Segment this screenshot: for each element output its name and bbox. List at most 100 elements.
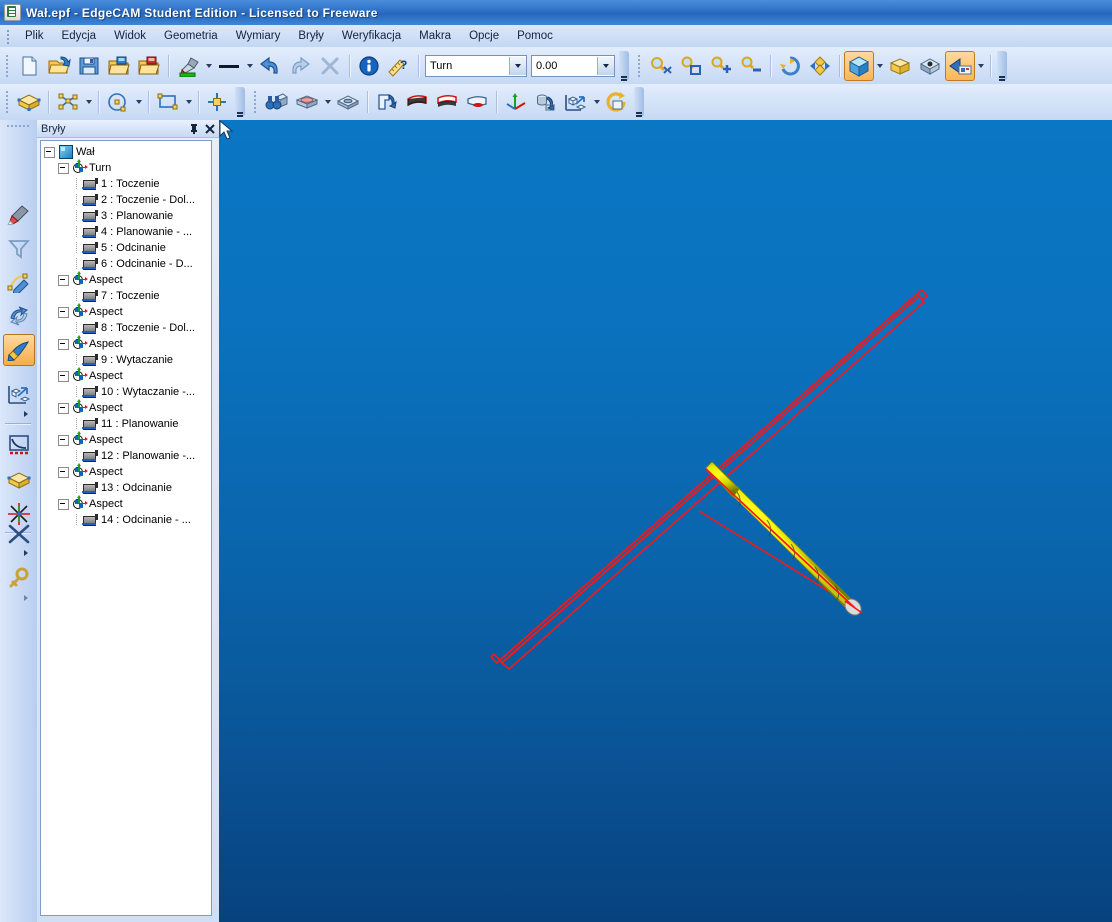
delete-x-button[interactable] (315, 51, 345, 81)
cylinder-rotate-button[interactable] (531, 87, 561, 117)
view-preset-button[interactable] (945, 50, 975, 81)
rectangle-button[interactable] (153, 87, 183, 117)
polyline-nodes-button[interactable] (53, 87, 83, 117)
toolbar-grip[interactable] (3, 53, 12, 79)
sweep-paint-button[interactable] (3, 334, 35, 366)
tree-node[interactable]: 11 : Planowanie (44, 416, 211, 432)
toolbar-overflow-1[interactable] (619, 50, 629, 81)
key-unlock-submenu-arrow[interactable] (24, 595, 28, 601)
zoom-out-button[interactable] (736, 51, 766, 81)
tree-node[interactable]: Aspect (44, 494, 211, 512)
tree-expander[interactable] (58, 434, 69, 446)
tree-expander[interactable] (58, 306, 69, 318)
zoom-window-button[interactable] (676, 51, 706, 81)
solids-tree[interactable]: Wał Turn 1 : Toczenie 2 : Toczenie - Dol...… (40, 140, 212, 916)
menu-wymiary[interactable]: Wymiary (227, 28, 290, 44)
tree-node[interactable]: Turn (44, 158, 211, 176)
menu-pomoc[interactable]: Pomoc (508, 28, 562, 44)
cross-delete-submenu-arrow[interactable] (24, 550, 28, 556)
axes-button[interactable] (501, 87, 531, 117)
isometric-view-button[interactable] (844, 50, 874, 81)
tree-expander[interactable] (44, 146, 55, 158)
tree-node[interactable]: Aspect (44, 302, 211, 320)
view-preset-dropdown[interactable] (975, 53, 986, 79)
tree-expander[interactable] (58, 466, 69, 478)
transform-box-submenu-arrow[interactable] (24, 411, 28, 417)
toolbar-grip-3[interactable] (3, 89, 12, 115)
tree-expander[interactable] (58, 274, 69, 286)
close-icon[interactable] (203, 122, 217, 136)
filter-funnel-button[interactable] (3, 232, 35, 264)
circle-button[interactable] (103, 87, 133, 117)
tree-node[interactable]: 4 : Planowanie - ... (44, 224, 211, 240)
toolbar-overflow-2[interactable] (997, 50, 1007, 81)
zoom-fit-button[interactable] (646, 51, 676, 81)
tree-node[interactable]: 6 : Odcinanie - D... (44, 256, 211, 272)
tree-node[interactable]: 2 : Toczenie - Dol... (44, 192, 211, 208)
info-button[interactable] (354, 51, 384, 81)
tree-node[interactable]: Aspect (44, 462, 211, 480)
tree-expander[interactable] (58, 162, 69, 174)
rotate-arrows-button[interactable] (3, 300, 35, 332)
tree-expander[interactable] (58, 498, 69, 510)
menu-bryly[interactable]: Bryły (289, 28, 333, 44)
open-folder-red-button[interactable] (134, 51, 164, 81)
tree-node[interactable]: Wał (44, 144, 211, 160)
cross-delete-button[interactable] (3, 518, 35, 550)
zoom-in-button[interactable] (706, 51, 736, 81)
menu-weryfikacja[interactable]: Weryfikacja (333, 28, 410, 44)
menu-widok[interactable]: Widok (105, 28, 155, 44)
undo-button[interactable] (255, 51, 285, 81)
transform-copy-button[interactable] (561, 87, 591, 117)
left-toolbar-grip[interactable] (7, 123, 31, 129)
render-button[interactable] (915, 51, 945, 81)
shaded-box-button[interactable] (885, 51, 915, 81)
circle-dropdown[interactable] (133, 89, 144, 115)
tree-expander[interactable] (58, 370, 69, 382)
tree-node[interactable]: 10 : Wytaczanie -... (44, 384, 211, 400)
loft-red-button[interactable] (402, 87, 432, 117)
line-style-dropdown[interactable] (244, 53, 255, 79)
open-folder-blue-button[interactable] (104, 51, 134, 81)
menu-geometria[interactable]: Geometria (155, 28, 227, 44)
eraser-button[interactable] (3, 198, 35, 230)
transform-dropdown[interactable] (591, 89, 602, 115)
machining-mode-arrow[interactable] (509, 56, 526, 75)
tree-expander[interactable] (58, 338, 69, 350)
menu-opcje[interactable]: Opcje (460, 28, 508, 44)
plate-dropdown[interactable] (322, 89, 333, 115)
rectangle-dropdown[interactable] (183, 89, 194, 115)
color-picker-dropdown[interactable] (203, 53, 214, 79)
tree-node[interactable]: 12 : Planowanie -... (44, 448, 211, 464)
revolve-red-button[interactable] (462, 87, 492, 117)
snap-cross-button[interactable] (203, 87, 233, 117)
tree-node[interactable]: 13 : Odcinanie (44, 480, 211, 496)
level-arrow[interactable] (597, 56, 614, 75)
save-file-button[interactable] (74, 51, 104, 81)
polyline-dropdown[interactable] (83, 89, 94, 115)
tree-expander[interactable] (58, 402, 69, 414)
menu-edycja[interactable]: Edycja (53, 28, 106, 44)
machining-mode-combo[interactable]: Turn (425, 54, 527, 77)
toolbar-grip-2[interactable] (635, 53, 644, 79)
pin-icon[interactable] (187, 122, 201, 136)
transform-box-button[interactable] (3, 378, 35, 410)
menu-plik[interactable]: Plik (16, 28, 53, 44)
solid-open-box-button[interactable] (3, 464, 35, 496)
tree-node[interactable]: Aspect (44, 366, 211, 384)
3d-viewport[interactable] (219, 120, 1112, 922)
tree-node[interactable]: Aspect (44, 270, 211, 288)
plate-button[interactable] (292, 87, 322, 117)
profile-curve-button[interactable] (3, 430, 35, 462)
measure-help-button[interactable]: ? (384, 51, 414, 81)
solid-box-button[interactable] (14, 87, 44, 117)
redo-button[interactable] (285, 51, 315, 81)
toolbar-overflow-4[interactable] (634, 87, 644, 117)
tree-node[interactable]: Aspect (44, 334, 211, 352)
menu-makra[interactable]: Makra (410, 28, 460, 44)
open-file-button[interactable] (44, 51, 74, 81)
color-picker-button[interactable] (173, 51, 203, 81)
key-unlock-button[interactable] (3, 562, 35, 594)
pan-view-button[interactable] (805, 51, 835, 81)
tree-node[interactable]: 7 : Toczenie (44, 288, 211, 304)
